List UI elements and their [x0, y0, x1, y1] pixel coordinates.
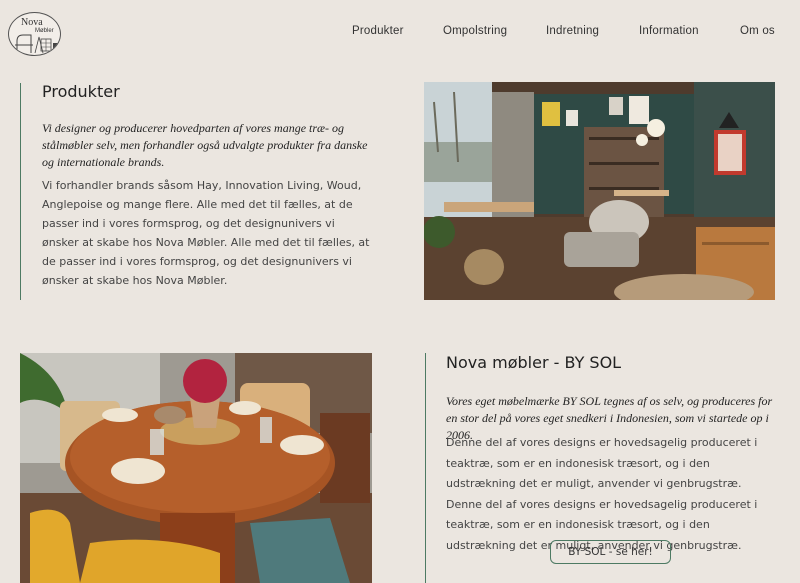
main-nav: Produkter Ompolstring Indretning Informa…: [0, 25, 800, 41]
nav-ompolstring[interactable]: Ompolstring: [443, 25, 507, 37]
section1-title: Produkter: [42, 82, 120, 101]
section1-lead: Vi designer og producerer hovedparten af…: [42, 121, 368, 169]
section1-body: Vi forhandler brands såsom Hay, Innovati…: [42, 179, 370, 287]
section2-accent-line: [425, 353, 426, 583]
section1-accent-line: [20, 83, 21, 300]
section2-body: Denne del af vores designs er hovedsagel…: [446, 436, 758, 552]
nav-information[interactable]: Information: [639, 25, 699, 37]
by-sol-button[interactable]: BY SOL - se her!: [550, 540, 671, 564]
store-interior-image: [424, 82, 775, 300]
nav-om-os[interactable]: Om os: [740, 25, 775, 37]
section2-title: Nova møbler - BY SOL: [446, 353, 622, 372]
nav-produkter[interactable]: Produkter: [352, 25, 404, 37]
nav-indretning[interactable]: Indretning: [546, 25, 599, 37]
dining-table-image: [20, 353, 372, 583]
